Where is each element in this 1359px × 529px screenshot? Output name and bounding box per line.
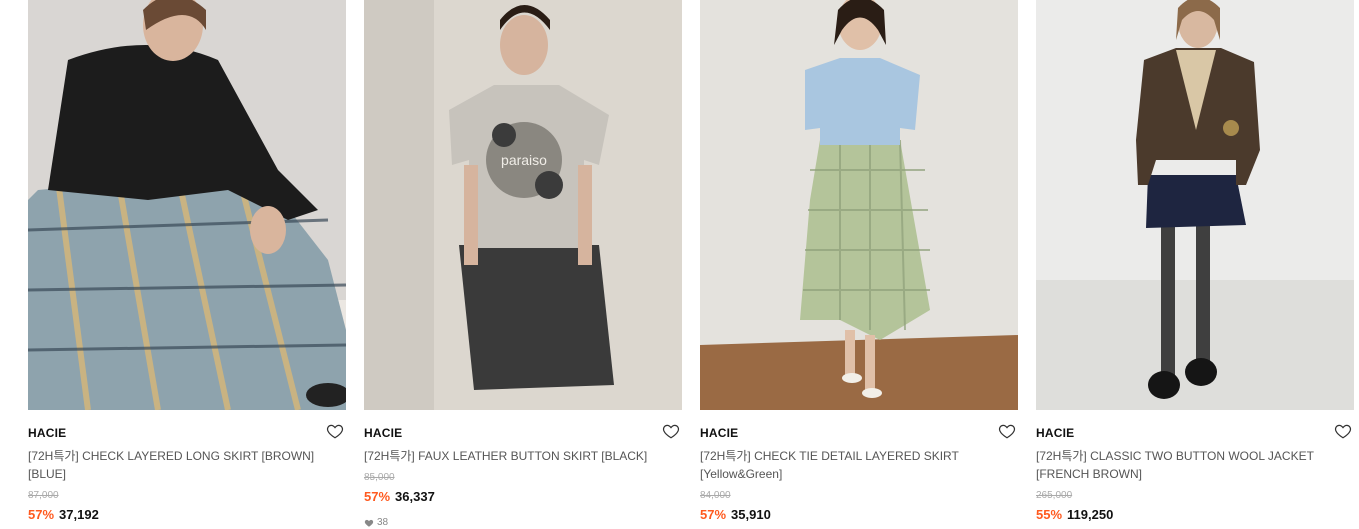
sale-price: 37,192 (59, 507, 99, 522)
product-grid: HACIE [72H특가] CHECK LAYERED LONG SKIRT [… (28, 0, 1354, 529)
discount-rate: 57% (700, 507, 727, 522)
price-row: 55% 119,250 (1036, 507, 1113, 522)
product-image[interactable]: paraiso (364, 0, 682, 410)
like-count: 38 (364, 517, 388, 528)
product-name[interactable]: [72H특가] FAUX LEATHER BUTTON SKIRT [BLACK… (364, 447, 664, 465)
brand-name[interactable]: HACIE (700, 426, 738, 440)
brand-name[interactable]: HACIE (28, 426, 66, 440)
price-row: 57% 37,192 (28, 507, 99, 522)
price-row: 57% 35,910 (700, 507, 771, 522)
product-image[interactable] (1036, 0, 1354, 410)
product-name[interactable]: [72H특가] CHECK LAYERED LONG SKIRT [BROWN]… (28, 447, 328, 483)
sale-price: 119,250 (1067, 507, 1114, 522)
original-price: 85,000 (364, 472, 395, 483)
discount-rate: 55% (1036, 507, 1063, 522)
heart-outline-icon[interactable] (326, 422, 344, 440)
brand-name[interactable]: HACIE (364, 426, 402, 440)
heart-outline-icon[interactable] (662, 422, 680, 440)
like-count-value: 38 (377, 517, 389, 528)
heart-outline-icon[interactable] (1334, 422, 1352, 440)
sale-price: 35,910 (731, 507, 771, 522)
product-image[interactable] (28, 0, 346, 410)
product-name[interactable]: [72H특가] CHECK TIE DETAIL LAYERED SKIRT [… (700, 447, 1000, 483)
product-photo (700, 0, 1018, 410)
product-image[interactable] (700, 0, 1018, 410)
product-card[interactable]: HACIE [72H특가] CHECK LAYERED LONG SKIRT [… (28, 0, 346, 529)
product-photo (28, 0, 346, 410)
tshirt-print-text: paraiso (501, 152, 547, 168)
sale-price: 36,337 (395, 489, 435, 504)
discount-rate: 57% (364, 489, 391, 504)
original-price: 265,000 (1036, 490, 1073, 501)
product-photo: paraiso (364, 0, 682, 410)
product-card[interactable]: HACIE [72H특가] CLASSIC TWO BUTTON WOOL JA… (1036, 0, 1354, 529)
heart-outline-icon[interactable] (998, 422, 1016, 440)
product-card[interactable]: HACIE [72H특가] CHECK TIE DETAIL LAYERED S… (700, 0, 1018, 529)
brand-name[interactable]: HACIE (1036, 426, 1074, 440)
discount-rate: 57% (28, 507, 55, 522)
product-photo (1036, 0, 1354, 410)
product-card[interactable]: paraiso HACIE [72H특가] FAUX LEATHER BUTTO… (364, 0, 682, 529)
original-price: 84,000 (700, 490, 731, 501)
product-name[interactable]: [72H특가] CLASSIC TWO BUTTON WOOL JACKET [… (1036, 447, 1336, 483)
heart-filled-icon (364, 519, 374, 527)
original-price: 87,000 (28, 490, 59, 501)
price-row: 57% 36,337 (364, 489, 435, 504)
